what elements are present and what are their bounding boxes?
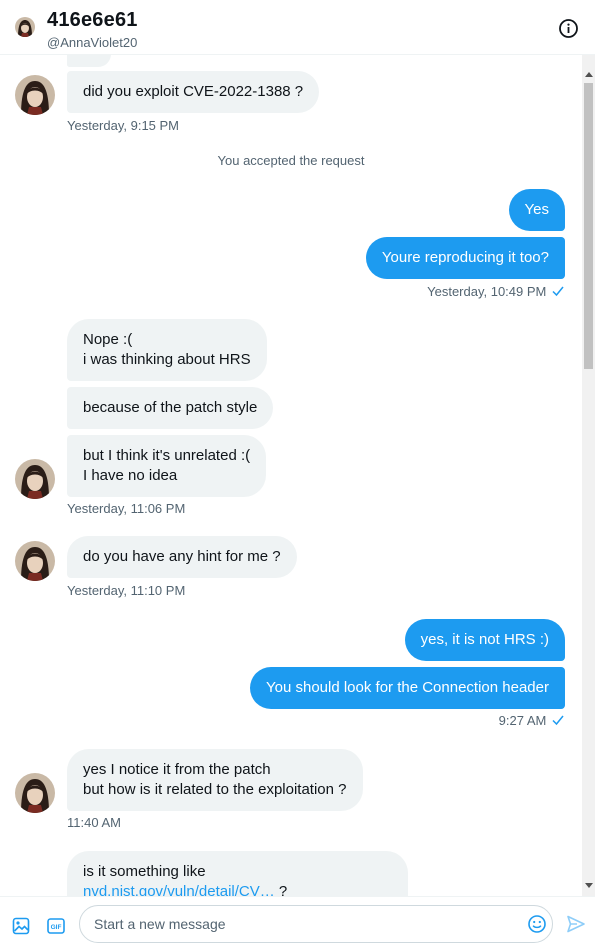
send-icon[interactable] bbox=[566, 914, 586, 934]
message-timestamp: Yesterday, 9:15 PM bbox=[67, 118, 180, 133]
message-text-line: I have no idea bbox=[83, 467, 178, 484]
message-bubble[interactable]: yes I notice it from the patch but how i… bbox=[67, 749, 363, 811]
timestamp-text: 9:27 AM bbox=[498, 713, 547, 728]
message-bubble[interactable]: do you have any hint for me ? bbox=[67, 536, 297, 578]
message-text-line: is it something like bbox=[83, 863, 206, 880]
message-input[interactable]: Start a new message bbox=[79, 905, 553, 943]
scroll-up-arrow-icon[interactable] bbox=[585, 72, 593, 77]
message-timestamp: 11:40 AM bbox=[67, 815, 121, 830]
avatar[interactable] bbox=[15, 773, 55, 813]
avatar[interactable] bbox=[15, 459, 55, 499]
message-bubble[interactable]: Yes bbox=[508, 189, 565, 231]
message-bubble[interactable]: did you exploit CVE-2022-1388 ? bbox=[67, 71, 320, 113]
message-timestamp: Yesterday, 10:49 PM bbox=[427, 284, 564, 299]
message-list[interactable]: did you exploit CVE-2022-1388 ? Yesterda… bbox=[0, 55, 582, 896]
message-text: did you exploit CVE-2022-1388 ? bbox=[83, 83, 304, 100]
message-text-line: yes I notice it from the patch bbox=[83, 761, 271, 778]
read-check-icon bbox=[552, 286, 564, 297]
avatar[interactable] bbox=[15, 75, 55, 115]
message-text-line: Nope :( bbox=[83, 331, 133, 348]
emoji-icon[interactable] bbox=[527, 914, 547, 934]
message-bubble[interactable]: yes, it is not HRS :) bbox=[404, 619, 565, 661]
message-bubble-partial[interactable] bbox=[67, 55, 111, 67]
message-text: do you have any hint for me ? bbox=[83, 548, 281, 565]
conversation-header: 416e6e61 @AnnaViolet20 bbox=[0, 0, 595, 55]
avatar[interactable] bbox=[15, 541, 55, 581]
message-text: Youre reproducing it too? bbox=[381, 249, 549, 266]
info-icon[interactable] bbox=[558, 18, 579, 39]
read-check-icon bbox=[552, 715, 564, 726]
request-notice: You accepted the request bbox=[217, 153, 365, 168]
message-timestamp: Yesterday, 11:06 PM bbox=[67, 501, 186, 516]
message-text-line: but I think it's unrelated :( bbox=[83, 447, 251, 464]
conversation-name[interactable]: 416e6e61 bbox=[47, 9, 138, 32]
message-text-tail: ? bbox=[274, 883, 288, 896]
message-text-line: but how is it related to the exploitatio… bbox=[83, 781, 347, 798]
message-bubble[interactable]: but I think it's unrelated :( I have no … bbox=[67, 435, 267, 497]
message-timestamp: 9:27 AM bbox=[499, 713, 564, 728]
message-bubble[interactable]: is it something like nvd.nist.gov/vuln/d… bbox=[67, 851, 408, 896]
message-text: because of the patch style bbox=[83, 399, 258, 416]
header-avatar[interactable] bbox=[15, 17, 35, 37]
message-input-placeholder: Start a new message bbox=[94, 916, 226, 932]
message-text: Yes bbox=[524, 201, 549, 218]
message-timestamp: Yesterday, 11:10 PM bbox=[67, 583, 186, 598]
message-link[interactable]: nvd.nist.gov/vuln/detail/CV… bbox=[83, 883, 275, 896]
message-text-line: i was thinking about HRS bbox=[83, 351, 251, 368]
svg-text:GIF: GIF bbox=[51, 924, 62, 931]
message-bubble[interactable]: You should look for the Connection heade… bbox=[250, 667, 565, 709]
conversation-handle: @AnnaViolet20 bbox=[47, 35, 138, 50]
scroll-down-arrow-icon[interactable] bbox=[585, 883, 593, 888]
scrollbar-thumb[interactable] bbox=[584, 83, 593, 369]
message-bubble[interactable]: because of the patch style bbox=[67, 387, 274, 429]
message-bubble[interactable]: Youre reproducing it too? bbox=[365, 237, 565, 279]
message-text: yes, it is not HRS :) bbox=[420, 631, 549, 648]
message-text: You should look for the Connection heade… bbox=[266, 679, 549, 696]
scrollbar[interactable] bbox=[582, 55, 595, 896]
timestamp-text: Yesterday, 10:49 PM bbox=[427, 284, 547, 299]
message-bubble[interactable]: Nope :( i was thinking about HRS bbox=[67, 319, 267, 381]
image-icon[interactable] bbox=[12, 917, 30, 935]
gif-icon[interactable]: GIF bbox=[47, 917, 65, 935]
